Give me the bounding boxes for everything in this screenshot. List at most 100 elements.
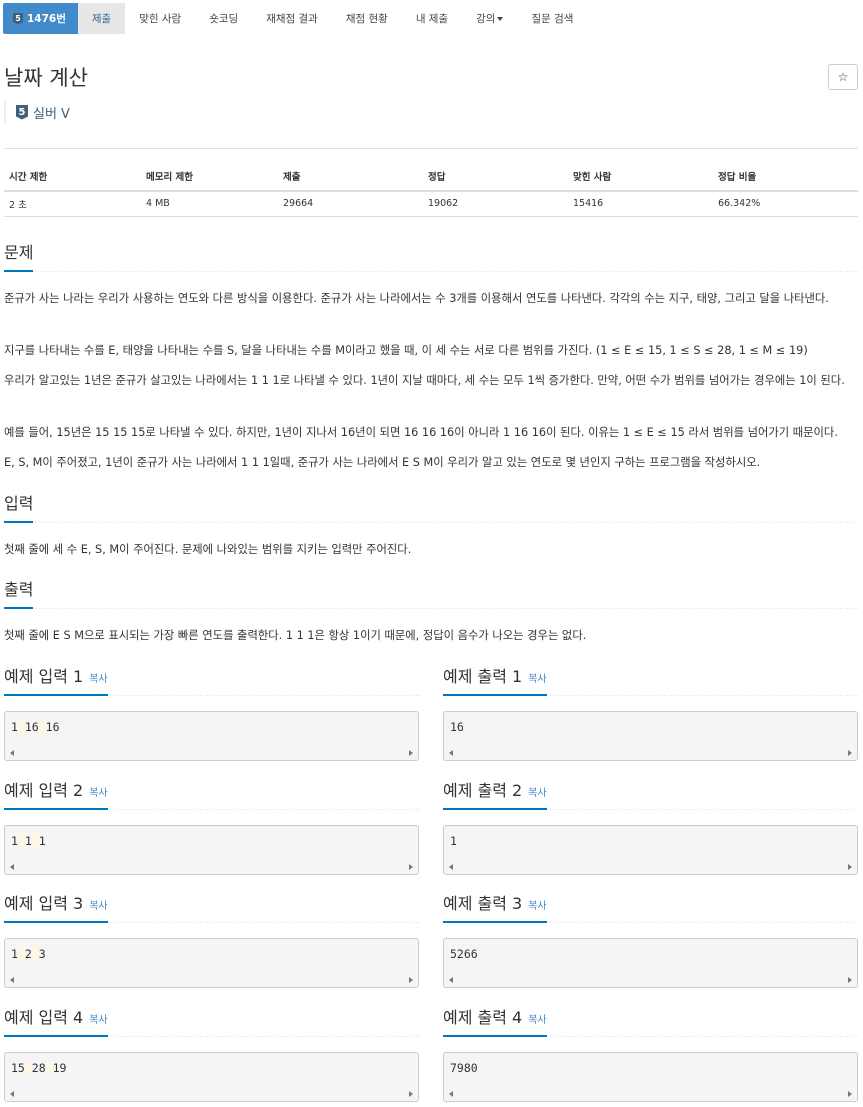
tab-rejudge-results[interactable]: 재채점 결과 xyxy=(252,3,332,34)
sample-input-title: 예제 입력 3 복사 xyxy=(4,890,108,923)
description-paragraph: 지구를 나타내는 수를 E, 태양을 나타내는 수를 S, 달을 나타내는 수를… xyxy=(4,344,808,357)
input-heading: 입력 xyxy=(4,490,34,523)
description-paragraph: 우리가 알고있는 1년은 준규가 살고있는 나라에서는 1 1 1로 나타낼 수… xyxy=(4,374,845,387)
header-memory-limit: 메모리 제한 xyxy=(141,148,278,192)
tab-question-search[interactable]: 질문 검색 xyxy=(517,3,587,34)
scroll-right-icon xyxy=(848,977,852,983)
sample-output-title: 예제 출력 3 복사 xyxy=(443,890,547,923)
horizontal-scrollbar[interactable] xyxy=(5,862,418,874)
scroll-right-icon xyxy=(848,864,852,870)
sample-input-header: 예제 입력 4 복사 xyxy=(4,1004,419,1037)
tier-badge-icon: 5 xyxy=(16,104,28,120)
sample-input-header: 예제 입력 2 복사 xyxy=(4,777,419,810)
tab-short-coding[interactable]: 숏코딩 xyxy=(195,3,252,34)
horizontal-scrollbar[interactable] xyxy=(444,1089,857,1101)
description-paragraph: 예를 들어, 15년은 15 15 15로 나타낼 수 있다. 하지만, 1년이… xyxy=(4,426,838,439)
copy-button[interactable]: 복사 xyxy=(528,788,546,799)
scroll-left-icon xyxy=(449,1091,453,1097)
scroll-right-icon xyxy=(848,1091,852,1097)
tab-lectures[interactable]: 강의 xyxy=(462,3,517,34)
tab-submit[interactable]: 제출 xyxy=(77,3,126,34)
scroll-left-icon xyxy=(449,864,453,870)
horizontal-scrollbar[interactable] xyxy=(5,1089,418,1101)
horizontal-scrollbar[interactable] xyxy=(5,748,418,760)
scroll-right-icon xyxy=(409,1091,413,1097)
tier-label[interactable]: 5 실버 V xyxy=(4,101,70,123)
problem-number: 1476번 xyxy=(27,13,66,25)
copy-button[interactable]: 복사 xyxy=(528,1015,546,1026)
sample-output-title: 예제 출력 2 복사 xyxy=(443,777,547,810)
scroll-left-icon xyxy=(449,977,453,983)
sample-input-title: 예제 입력 2 복사 xyxy=(4,777,108,810)
output-section-header: 출력 xyxy=(4,576,858,609)
copy-button[interactable]: 복사 xyxy=(89,674,107,685)
problem-heading: 문제 xyxy=(4,239,34,272)
copy-button[interactable]: 복사 xyxy=(89,1015,107,1026)
horizontal-scrollbar[interactable] xyxy=(444,748,857,760)
sample-input-header: 예제 입력 3 복사 xyxy=(4,890,419,923)
horizontal-scrollbar[interactable] xyxy=(444,975,857,987)
scroll-left-icon xyxy=(10,750,14,756)
time-limit-value: 2 초 xyxy=(4,190,141,217)
header-submissions: 제출 xyxy=(278,148,423,192)
scroll-left-icon xyxy=(10,864,14,870)
output-heading: 출력 xyxy=(4,576,34,609)
copy-button[interactable]: 복사 xyxy=(89,901,107,912)
star-icon: ☆ xyxy=(837,70,849,84)
accept-ratio-value: 66.342% xyxy=(713,190,858,217)
tab-solved-users[interactable]: 맞힌 사람 xyxy=(125,3,195,34)
table-row: 2 초 4 MB 29664 19062 15416 66.342% xyxy=(4,190,858,217)
sample-output-title: 예제 출력 4 복사 xyxy=(443,1004,547,1037)
sample-output-header: 예제 출력 1 복사 xyxy=(443,663,858,696)
scroll-right-icon xyxy=(409,864,413,870)
sample-input-title: 예제 입력 1 복사 xyxy=(4,663,108,696)
copy-button[interactable]: 복사 xyxy=(528,901,546,912)
problem-info-table: 시간 제한 메모리 제한 제출 정답 맞힌 사람 정답 비율 2 초 4 MB … xyxy=(4,148,858,217)
sample-output-box[interactable]: 7980 xyxy=(443,1052,858,1102)
horizontal-scrollbar[interactable] xyxy=(444,862,857,874)
accepted-value: 19062 xyxy=(423,190,568,217)
page-title: 날짜 계산 xyxy=(4,66,88,90)
sample-output-header: 예제 출력 3 복사 xyxy=(443,890,858,923)
memory-limit-value: 4 MB xyxy=(141,190,278,217)
problem-number-tab[interactable]: 5 1476번 xyxy=(3,3,78,34)
horizontal-scrollbar[interactable] xyxy=(5,975,418,987)
sample-input-header: 예제 입력 1 복사 xyxy=(4,663,419,696)
caret-down-icon xyxy=(497,16,504,21)
sample-output-title: 예제 출력 1 복사 xyxy=(443,663,547,696)
input-description: 첫째 줄에 세 수 E, S, M이 주어진다. 문제에 나와있는 범위를 지키… xyxy=(4,543,412,556)
sample-input-box[interactable]: 1 1 1 xyxy=(4,825,419,875)
sample-output-box[interactable]: 5266 xyxy=(443,938,858,988)
tab-lectures-label: 강의 xyxy=(476,13,496,25)
tab-status[interactable]: 채점 현황 xyxy=(332,3,402,34)
sample-input-box[interactable]: 15 28 19 xyxy=(4,1052,419,1102)
header-accepted: 정답 xyxy=(423,148,568,192)
header-solved-users: 맞힌 사람 xyxy=(568,148,713,192)
scroll-right-icon xyxy=(848,750,852,756)
sample-input-title: 예제 입력 4 복사 xyxy=(4,1004,108,1037)
header-time-limit: 시간 제한 xyxy=(4,148,141,192)
tier-icon: 5 xyxy=(13,12,23,25)
header-accept-ratio: 정답 비율 xyxy=(713,148,858,192)
copy-button[interactable]: 복사 xyxy=(89,788,107,799)
input-section-header: 입력 xyxy=(4,490,858,523)
table-header-row: 시간 제한 메모리 제한 제출 정답 맞힌 사람 정답 비율 xyxy=(4,148,858,192)
description-paragraph: E, S, M이 주어졌고, 1년이 준규가 사는 나라에서 1 1 1일때, … xyxy=(4,456,761,469)
sample-output-box[interactable]: 1 xyxy=(443,825,858,875)
tier-name: 실버 V xyxy=(33,106,70,122)
scroll-right-icon xyxy=(409,977,413,983)
scroll-left-icon xyxy=(10,977,14,983)
solved-users-value: 15416 xyxy=(568,190,713,217)
sample-input-box[interactable]: 1 16 16 xyxy=(4,711,419,761)
problem-nav: 5 1476번 제출 맞힌 사람 숏코딩 재채점 결과 채점 현황 내 제출 강… xyxy=(3,3,587,34)
tab-my-submissions[interactable]: 내 제출 xyxy=(402,3,462,34)
sample-input-box[interactable]: 1 2 3 xyxy=(4,938,419,988)
sample-output-box[interactable]: 16 xyxy=(443,711,858,761)
problem-section-header: 문제 xyxy=(4,239,858,272)
sample-output-header: 예제 출력 4 복사 xyxy=(443,1004,858,1037)
star-button[interactable]: ☆ xyxy=(828,64,858,90)
copy-button[interactable]: 복사 xyxy=(528,674,546,685)
scroll-left-icon xyxy=(10,1091,14,1097)
scroll-right-icon xyxy=(409,750,413,756)
description-paragraph: 준규가 사는 나라는 우리가 사용하는 연도와 다른 방식을 이용한다. 준규가… xyxy=(4,292,829,305)
